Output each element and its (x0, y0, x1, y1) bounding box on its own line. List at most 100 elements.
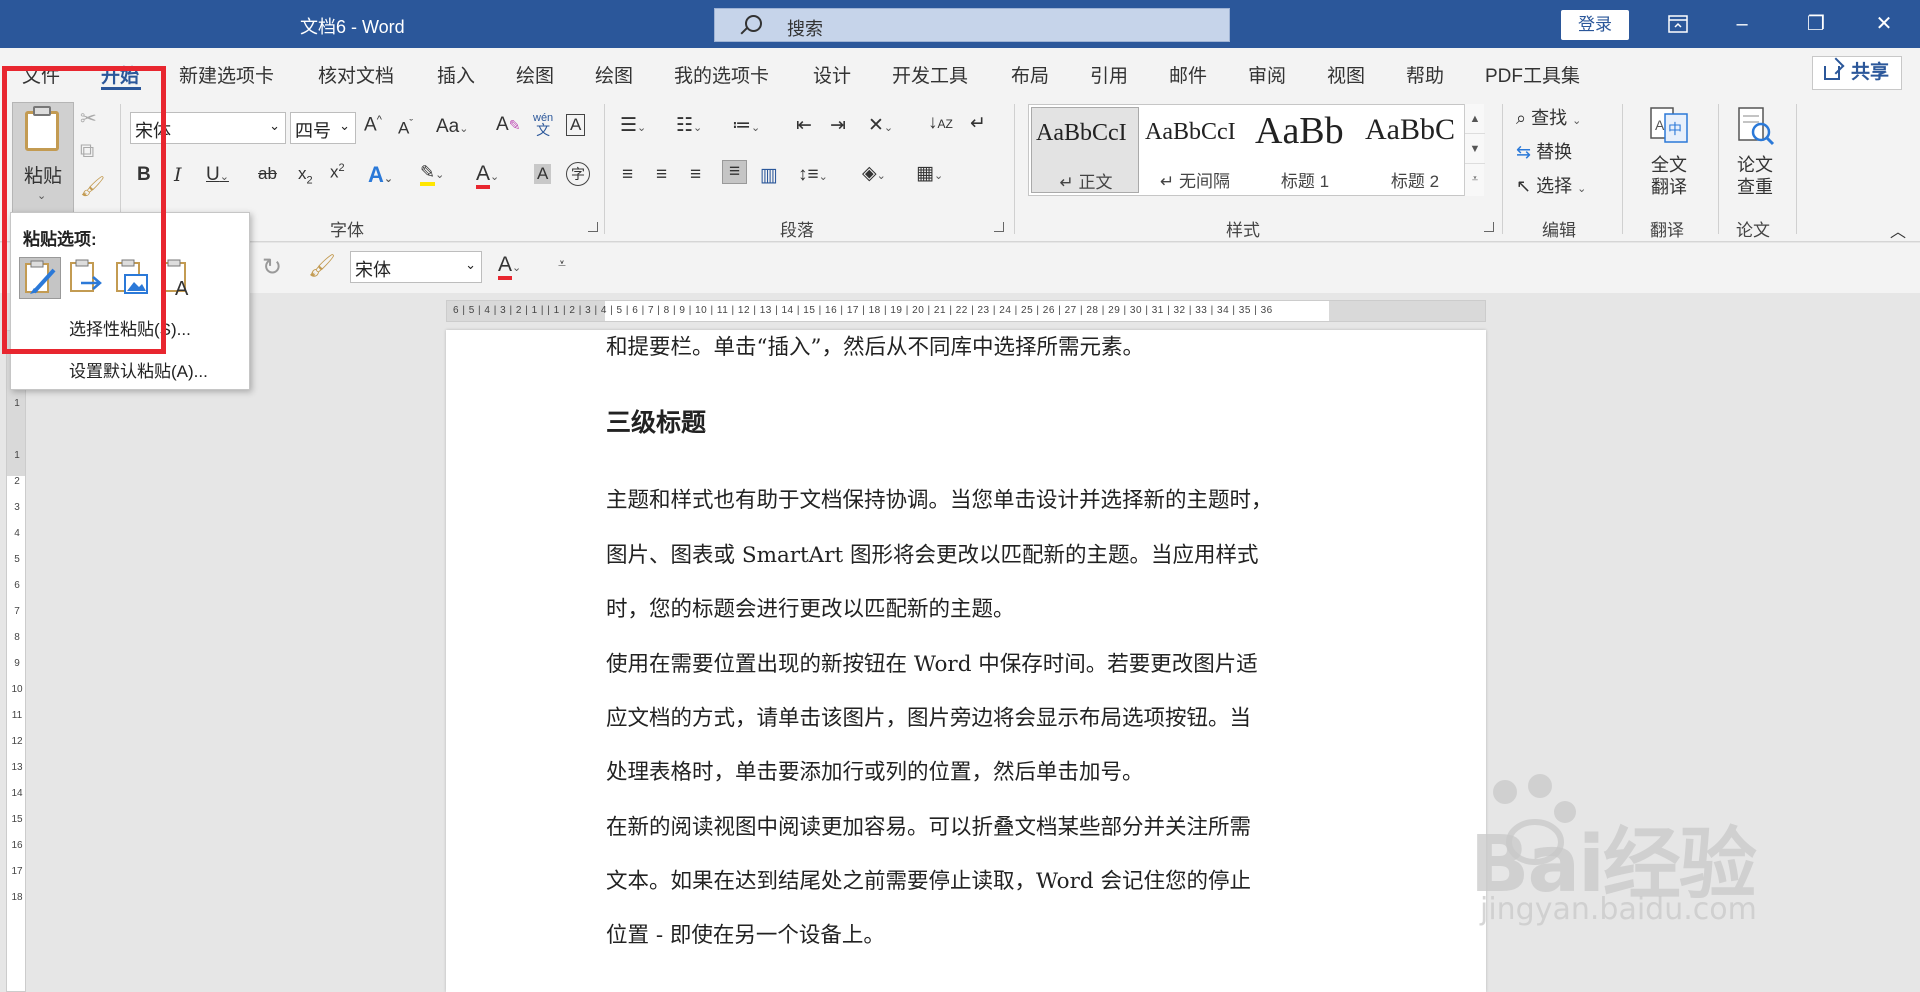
body-line: 文本。如果在达到结尾处之前需要停止读取，Word 会记住您的停止 (606, 869, 1251, 894)
translate-label-2: 翻译 (1651, 177, 1687, 197)
format-painter-icon[interactable]: 🖌 (308, 253, 336, 279)
login-button[interactable]: 登录 (1561, 10, 1629, 40)
tab-insert[interactable]: 插入 (437, 61, 475, 88)
close-icon[interactable]: ✕ (1854, 0, 1914, 48)
window-title: 文档6 - Word (300, 17, 405, 37)
tab-new[interactable]: 新建选项卡 (179, 61, 274, 88)
style-heading-2[interactable]: AaBbC 标题 2 (1361, 107, 1469, 193)
line-spacing-icon[interactable]: ↕≡⌄ (798, 164, 828, 186)
enclose-characters-icon[interactable]: 字 (566, 162, 590, 186)
body-line: 时，您的标题会进行更改以匹配新的主题。 (606, 597, 1015, 622)
ribbon-display-options-icon[interactable] (1648, 0, 1708, 48)
find-button[interactable]: ⌕ 查找 ⌄ (1516, 104, 1581, 130)
character-shading-icon[interactable]: A (534, 164, 552, 184)
paragraph-dialog-launcher-icon[interactable] (994, 222, 1004, 232)
align-center-icon[interactable]: ≡ (656, 164, 667, 186)
thesis-check-button[interactable]: 论文 查重 (1730, 104, 1780, 198)
horizontal-ruler[interactable]: 6 | 5 | 4 | 3 | 2 | 1 | | 1 | 2 | 3 | 4 … (446, 300, 1486, 322)
body-line: 和提要栏。单击“插入”，然后从不同库中选择所需元素。 (606, 335, 1144, 360)
show-marks-icon[interactable]: ↵ (970, 112, 986, 135)
tab-help[interactable]: 帮助 (1406, 61, 1444, 88)
share-icon (1824, 66, 1840, 80)
decrease-indent-icon[interactable]: ⇤ (796, 114, 812, 137)
highlight-icon[interactable]: ✎⌄ (420, 162, 444, 186)
minimize-icon[interactable]: – (1712, 0, 1772, 48)
restore-icon[interactable]: ❐ (1786, 0, 1846, 48)
highlight-annotation (2, 66, 166, 354)
more-styles-icon[interactable]: ⩡ (1465, 164, 1485, 194)
set-default-paste-item[interactable]: 设置默认粘贴(A)... (69, 357, 208, 382)
subscript-icon[interactable]: x2 (298, 164, 313, 186)
font-color-icon[interactable]: A⌄ (476, 162, 499, 189)
cursor-icon: ↖ (1516, 176, 1532, 196)
replace-button[interactable]: ⇆ 替换 (1516, 138, 1572, 164)
sort-icon[interactable]: ↓AZ (928, 112, 953, 134)
tab-review[interactable]: 审阅 (1248, 61, 1286, 88)
numbering-icon[interactable]: ☷⌄ (676, 114, 702, 137)
translate-group-label: 翻译 (1650, 221, 1684, 240)
tab-review-doc[interactable]: 核对文档 (318, 61, 394, 88)
chevron-down-icon: ⌄ (465, 257, 476, 272)
qat-font-combo[interactable]: 宋体 ⌄ (350, 251, 482, 283)
full-text-translate-button[interactable]: A中 全文 翻译 (1644, 104, 1694, 198)
search-box[interactable]: 搜索 (714, 8, 1230, 42)
svg-text:A: A (1655, 117, 1665, 133)
phonetic-guide-icon[interactable]: wén 文 (533, 112, 553, 138)
thesis-label-2: 查重 (1737, 177, 1773, 197)
tab-draw-2[interactable]: 绘图 (595, 61, 633, 88)
tab-pdf-tools[interactable]: PDF工具集 (1485, 61, 1580, 88)
tab-layout[interactable]: 布局 (1011, 61, 1049, 88)
style-no-spacing[interactable]: AaBbCcI ↵ 无间隔 (1141, 107, 1249, 193)
tab-developer[interactable]: 开发工具 (892, 61, 968, 88)
change-case-icon[interactable]: Aa⌄ (436, 116, 468, 138)
scroll-down-icon[interactable]: ▼ (1465, 134, 1485, 164)
styles-dialog-launcher-icon[interactable] (1484, 222, 1494, 232)
document-page[interactable]: 和提要栏。单击“插入”，然后从不同库中选择所需元素。 三级标题 主题和样式也有助… (446, 330, 1486, 992)
paragraph-group-label: 段落 (780, 221, 814, 240)
redo-icon[interactable]: ↻ (262, 253, 282, 282)
bullets-icon[interactable]: ☰⌄ (620, 114, 646, 137)
qat-font-color-icon[interactable]: A⌄ (498, 253, 521, 280)
increase-indent-icon[interactable]: ⇥ (830, 114, 846, 137)
share-button[interactable]: 共享 (1812, 56, 1902, 90)
tab-mailings[interactable]: 邮件 (1169, 61, 1207, 88)
scroll-up-icon[interactable]: ▲ (1465, 104, 1485, 134)
tab-my-tab[interactable]: 我的选项卡 (674, 61, 769, 88)
editing-group-label: 编辑 (1542, 221, 1576, 240)
font-dialog-launcher-icon[interactable] (588, 222, 598, 232)
distributed-icon[interactable]: ▥ (760, 164, 778, 187)
text-effects-icon[interactable]: A⌄ (368, 162, 393, 188)
collapse-ribbon-icon[interactable]: ︿ (1890, 218, 1906, 242)
style-normal[interactable]: AaBbCcI ↵ 正文 (1031, 107, 1139, 193)
tab-view[interactable]: 视图 (1327, 61, 1365, 88)
ruler-numbers: 321 123456789101112131415161718 (11, 346, 23, 903)
character-border-icon[interactable]: A (566, 114, 586, 136)
align-right-icon[interactable]: ≡ (690, 164, 701, 186)
body-line: 图片、图表或 SmartArt 图形将会更改以匹配新的主题。当应用样式 (606, 543, 1259, 568)
ruler-margin-right (1329, 301, 1485, 321)
shrink-font-icon[interactable]: Aˇ (398, 118, 413, 139)
thesis-label-1: 论文 (1737, 155, 1773, 175)
multilevel-list-icon[interactable]: ≔⌄ (732, 114, 760, 137)
styles-gallery: AaBbCcI ↵ 正文 AaBbCcI ↵ 无间隔 AaBb 标题 1 AaB… (1028, 104, 1484, 196)
style-heading-1[interactable]: AaBb 标题 1 (1251, 107, 1359, 193)
borders-icon[interactable]: ▦⌄ (916, 162, 943, 185)
select-button[interactable]: ↖ 选择 ⌄ (1516, 172, 1586, 198)
justify-icon[interactable]: ≡ (722, 160, 748, 184)
strikethrough-icon[interactable]: ab (258, 164, 277, 184)
align-left-icon[interactable]: ≡ (622, 164, 633, 186)
tab-draw[interactable]: 绘图 (516, 61, 554, 88)
tab-design[interactable]: 设计 (813, 61, 851, 88)
superscript-icon[interactable]: x2 (330, 162, 345, 183)
underline-icon[interactable]: U⌄ (206, 164, 229, 186)
shading-icon[interactable]: ◈⌄ (862, 162, 886, 185)
style-preview: AaBbCcI (1145, 119, 1236, 145)
customize-qat-icon[interactable]: ⩡ (558, 255, 566, 272)
vertical-ruler[interactable]: 321 123456789101112131415161718 (6, 330, 26, 992)
font-size-combo[interactable]: 四号 ⌄ (290, 112, 356, 144)
grow-font-icon[interactable]: A^ (364, 114, 382, 136)
tab-references[interactable]: 引用 (1090, 61, 1128, 88)
clear-formatting-icon[interactable]: A✎ (496, 114, 520, 136)
chinese-layout-icon[interactable]: ✕⌄ (868, 114, 893, 137)
italic-icon[interactable]: I (174, 164, 182, 186)
